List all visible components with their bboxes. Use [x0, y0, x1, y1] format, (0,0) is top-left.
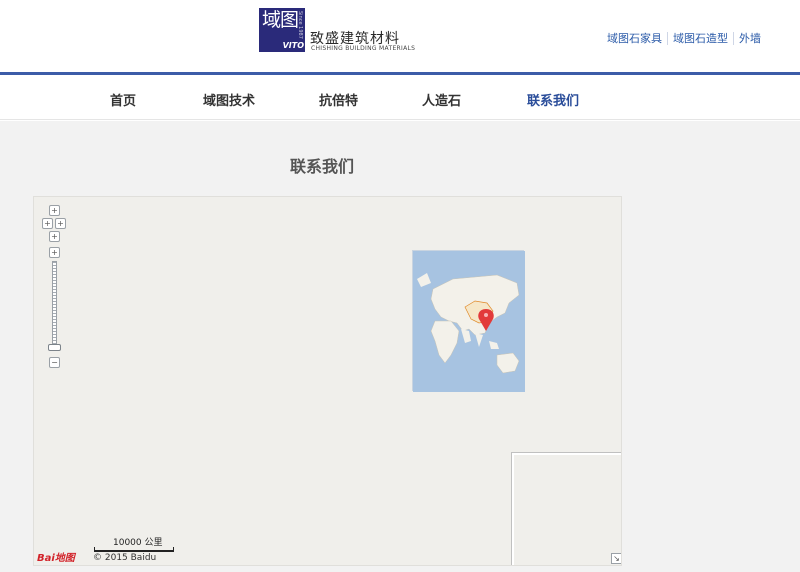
nav-item-compact-laminate[interactable]: 抗倍特 [319, 90, 358, 109]
pan-right-button[interactable]: + [55, 218, 66, 229]
nav-item-home[interactable]: 首页 [110, 90, 136, 109]
overview-panel [512, 453, 621, 565]
pan-down-button[interactable]: + [49, 231, 60, 242]
pan-left-button[interactable]: + [42, 218, 53, 229]
nav-item-contact[interactable]: 联系我们 [527, 90, 579, 109]
top-links: 域图石家具 域图石造型 外墙 [602, 32, 766, 45]
world-map-graphic [413, 251, 525, 392]
top-link-exterior[interactable]: 外墙 [733, 32, 766, 45]
baidu-logo[interactable]: Bai地图 [37, 549, 75, 564]
brand-name-en: CHISHING BUILDING MATERIALS [311, 45, 416, 52]
overview-toggle-button[interactable]: ↘ [611, 553, 621, 564]
map-overview[interactable] [412, 250, 525, 392]
map-copyright: © 2015 Baidu [93, 553, 157, 563]
zoom-out-button[interactable]: − [49, 357, 60, 368]
main-nav: 首页 域图技术 抗倍特 人造石 联系我们 [0, 75, 800, 120]
logo-glyph: 域图 [262, 9, 299, 31]
baidu-map[interactable]: + + + + + − ↘ 10000 公里 Bai地图 © 2015 Baid… [33, 196, 622, 566]
nav-item-artificial-stone[interactable]: 人造石 [422, 90, 461, 109]
nav-item-technology[interactable]: 域图技术 [203, 90, 255, 109]
zoom-slider-track[interactable] [52, 261, 57, 347]
zoom-slider-handle[interactable] [48, 344, 61, 351]
site-header: 域图 Since 1987 VITO 致盛建筑材料 CHISHING BUILD… [0, 0, 800, 72]
top-link-furniture[interactable]: 域图石家具 [602, 32, 667, 45]
pan-up-button[interactable]: + [49, 205, 60, 216]
logo-since: Since 1987 [297, 11, 303, 39]
map-scale-bar [94, 547, 174, 552]
zoom-in-button[interactable]: + [49, 247, 60, 258]
brand-logo[interactable]: 域图 Since 1987 VITO [259, 8, 305, 52]
top-link-shaping[interactable]: 域图石造型 [667, 32, 733, 45]
logo-vito: VITO [282, 41, 304, 50]
page-title: 联系我们 [290, 157, 355, 176]
